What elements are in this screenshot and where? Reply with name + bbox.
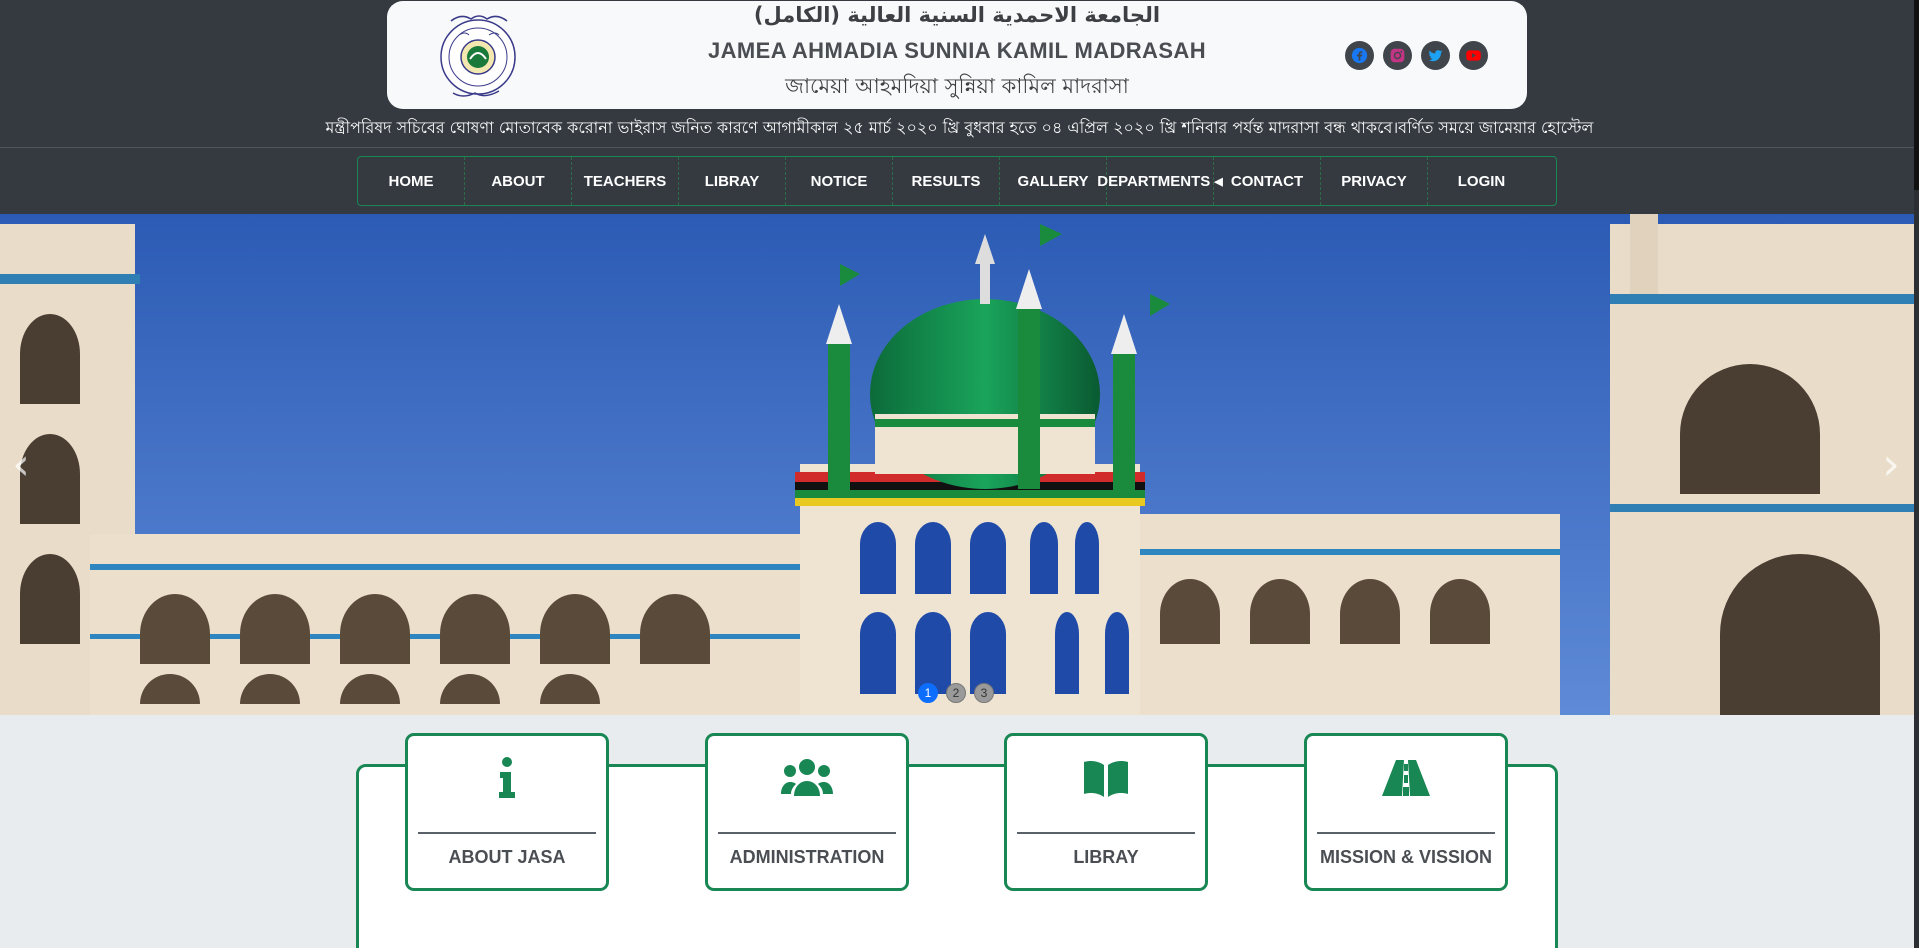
card-divider [1017,832,1195,834]
divider [0,147,1919,148]
nav-departments-dropdown[interactable]: DEPARTMENTS ◀ [1097,157,1223,205]
card-about-jasa[interactable]: ABOUT JASA [405,733,609,891]
nav-label: PRIVACY [1341,172,1407,190]
carousel-indicator[interactable]: 3 [974,683,994,703]
nav-label: NOTICE [810,172,868,190]
nav-label: ABOUT [491,172,545,190]
nav-label: GALLERY [1017,172,1089,190]
card-divider [1317,832,1495,834]
carousel-prev-button[interactable]: ‹ [6,434,36,494]
card-libray[interactable]: LIBRAY [1004,733,1208,891]
nav-teachers[interactable]: TEACHERS [572,157,679,205]
carousel-indicators: 1 2 3 [918,683,994,703]
nav-label: TEACHERS [583,172,667,190]
facebook-icon[interactable] [1345,41,1374,70]
title-arabic: الجامعة الاحمدية السنية العالية (الكامل) [753,3,1161,27]
card-label: ABOUT JASA [448,847,566,867]
card-divider [418,832,596,834]
chevron-right-icon: › [1882,438,1900,490]
nav-gallery[interactable]: GALLERY [1000,157,1107,205]
header-card: الجامعة الاحمدية السنية العالية (الكامل)… [387,1,1527,109]
nav-about[interactable]: ABOUT [465,157,572,205]
nav-label: RESULTS [911,172,981,190]
madrasah-building-photo [0,214,1914,715]
users-icon [708,756,906,800]
nav-label: CONTACT [1230,172,1304,190]
top-bar: الجامعة الاحمدية السنية العالية (الكامل)… [0,0,1919,214]
hero-carousel[interactable] [0,214,1914,715]
card-administration[interactable]: ADMINISTRATION [705,733,909,891]
nav-label: HOME [388,172,434,190]
nav-label: LOGIN [1457,172,1506,190]
social-links [1345,41,1488,70]
card-label: MISSION & VISSION [1319,847,1493,867]
road-icon [1307,756,1505,800]
nav-contact[interactable]: CONTACT [1214,157,1321,205]
main-nav: HOME ABOUT TEACHERS LIBRAY NOTICE RESULT… [357,156,1557,206]
nav-privacy[interactable]: PRIVACY [1321,157,1428,205]
card-label: LIBRAY [1073,847,1139,867]
instagram-icon[interactable] [1383,41,1412,70]
card-label: ADMINISTRATION [729,847,885,867]
carousel-indicator[interactable]: 2 [946,683,966,703]
card-divider [718,832,896,834]
card-mission-vission[interactable]: MISSION & VISSION [1304,733,1508,891]
notice-marquee[interactable]: মন্ত্রীপরিষদ সচিবের ঘোষণা মোতাবেক করোনা … [0,115,1919,141]
nav-libray[interactable]: LIBRAY [679,157,786,205]
nav-results[interactable]: RESULTS [893,157,1000,205]
book-open-icon [1007,756,1205,800]
youtube-icon[interactable] [1459,41,1488,70]
nav-home[interactable]: HOME [358,157,465,205]
carousel-next-button[interactable]: › [1876,434,1906,494]
nav-label: LIBRAY [704,172,760,190]
nav-notice[interactable]: NOTICE [786,157,893,205]
carousel-indicator[interactable]: 1 [918,683,938,703]
info-icon [408,756,606,800]
nav-label: DEPARTMENTS [1097,172,1211,190]
chevron-left-icon: ‹ [12,438,30,490]
nav-login[interactable]: LOGIN [1428,157,1535,205]
scrollbar-thumb[interactable] [1914,0,1919,190]
title-bengali: জামেয়া আহমদিয়া সুন্নিয়া কামিল মাদরাসা [785,74,1129,98]
twitter-icon[interactable] [1421,41,1450,70]
